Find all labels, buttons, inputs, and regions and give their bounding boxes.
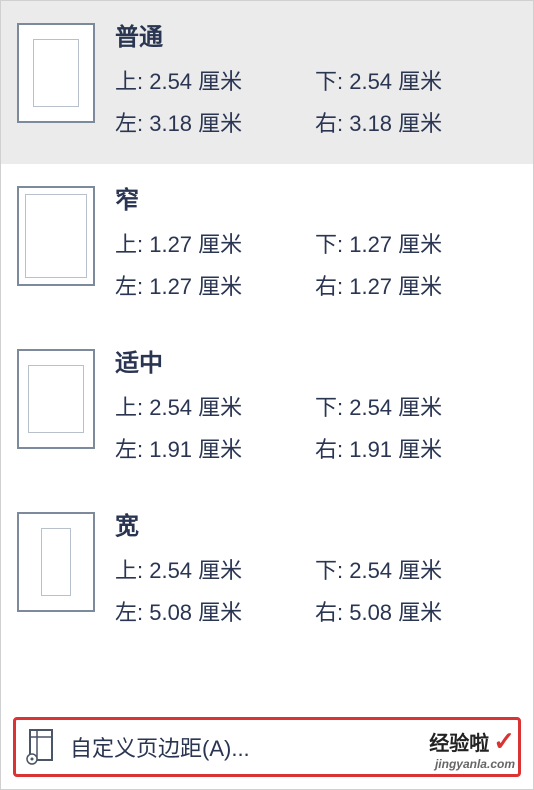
margin-top-value: 上: 2.54 厘米 <box>115 553 315 585</box>
margin-title: 适中 <box>115 343 521 378</box>
margin-title: 宽 <box>115 506 521 541</box>
margin-preview-icon <box>17 512 95 612</box>
page-setup-icon <box>26 729 56 765</box>
margin-bottom-value: 下: 2.54 厘米 <box>315 390 515 422</box>
margin-left-value: 左: 1.27 厘米 <box>115 269 315 301</box>
margin-bottom-value: 下: 1.27 厘米 <box>315 227 515 259</box>
margin-right-value: 右: 1.91 厘米 <box>315 432 515 464</box>
margin-left-value: 左: 3.18 厘米 <box>115 106 315 138</box>
margin-right-value: 右: 3.18 厘米 <box>315 106 515 138</box>
watermark-url: jingyanla.com <box>429 757 515 771</box>
margin-top-value: 上: 2.54 厘米 <box>115 390 315 422</box>
margin-bottom-value: 下: 2.54 厘米 <box>315 64 515 96</box>
margin-right-value: 右: 1.27 厘米 <box>315 269 515 301</box>
margin-details: 普通 上: 2.54 厘米 下: 2.54 厘米 左: 3.18 厘米 右: 3… <box>115 17 521 148</box>
margin-left-value: 左: 5.08 厘米 <box>115 595 315 627</box>
margin-top-value: 上: 1.27 厘米 <box>115 227 315 259</box>
margin-title: 普通 <box>115 17 521 52</box>
watermark-title: 经验啦 <box>429 727 489 756</box>
margin-option-wide[interactable]: 宽 上: 2.54 厘米 下: 2.54 厘米 左: 5.08 厘米 右: 5.… <box>1 490 533 653</box>
check-icon: ✓ <box>493 726 515 757</box>
margin-title: 窄 <box>115 180 521 215</box>
margin-details: 适中 上: 2.54 厘米 下: 2.54 厘米 左: 1.91 厘米 右: 1… <box>115 343 521 474</box>
watermark: 经验啦 ✓ jingyanla.com <box>429 726 515 771</box>
margin-option-moderate[interactable]: 适中 上: 2.54 厘米 下: 2.54 厘米 左: 1.91 厘米 右: 1… <box>1 327 533 490</box>
margin-option-normal[interactable]: 普通 上: 2.54 厘米 下: 2.54 厘米 左: 3.18 厘米 右: 3… <box>1 1 533 164</box>
margin-option-narrow[interactable]: 窄 上: 1.27 厘米 下: 1.27 厘米 左: 1.27 厘米 右: 1.… <box>1 164 533 327</box>
margin-right-value: 右: 5.08 厘米 <box>315 595 515 627</box>
margin-bottom-value: 下: 2.54 厘米 <box>315 553 515 585</box>
margin-preview-icon <box>17 186 95 286</box>
margin-details: 宽 上: 2.54 厘米 下: 2.54 厘米 左: 5.08 厘米 右: 5.… <box>115 506 521 637</box>
margin-left-value: 左: 1.91 厘米 <box>115 432 315 464</box>
custom-margins-label: 自定义页边距(A)... <box>70 731 250 763</box>
margin-preview-icon <box>17 349 95 449</box>
margin-top-value: 上: 2.54 厘米 <box>115 64 315 96</box>
margin-preview-icon <box>17 23 95 123</box>
margin-details: 窄 上: 1.27 厘米 下: 1.27 厘米 左: 1.27 厘米 右: 1.… <box>115 180 521 311</box>
